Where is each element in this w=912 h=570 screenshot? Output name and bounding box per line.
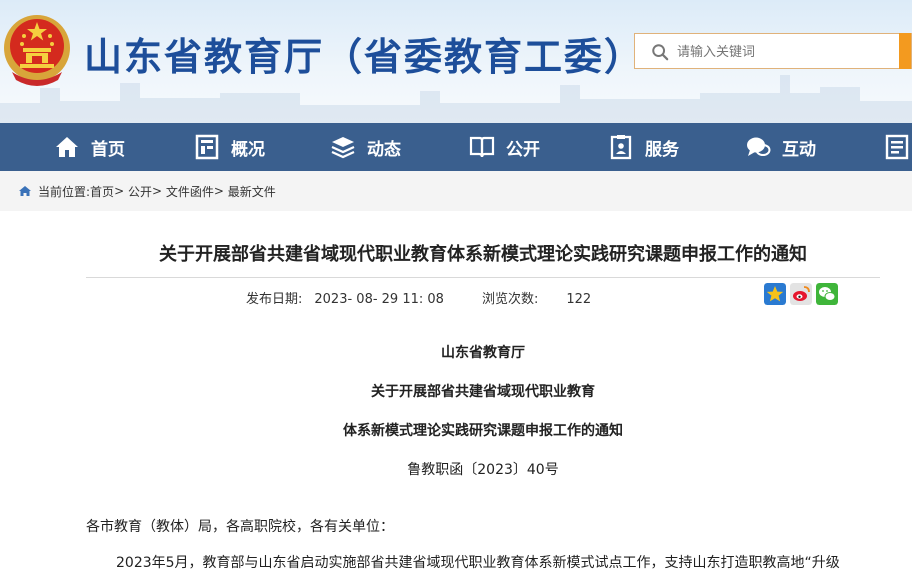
nav-item-news[interactable]: 动态 xyxy=(330,123,401,171)
document-heading-line-2: 体系新模式理论实践研究课题申报工作的通知 xyxy=(343,423,623,439)
search-box xyxy=(634,33,912,69)
building-icon xyxy=(195,134,219,160)
nav-item-documents[interactable] xyxy=(884,123,912,171)
search-button[interactable] xyxy=(899,33,911,69)
breadcrumb-separator: > xyxy=(151,184,163,198)
nav-item-home[interactable]: 首页 xyxy=(54,123,125,171)
document-icon xyxy=(885,134,909,160)
breadcrumb-prefix: 当前位置: xyxy=(38,184,91,199)
nav-item-label: 首页 xyxy=(91,139,125,160)
breadcrumb-item-public[interactable]: 公开 xyxy=(128,183,152,200)
document-number: 鲁教职函〔2023〕40号 xyxy=(407,462,559,478)
nav-item-label: 概况 xyxy=(231,139,265,160)
breadcrumb-item-letters[interactable]: 文件函件 xyxy=(166,183,214,200)
site-title[interactable]: 山东省教育厅（省委教育工委） xyxy=(84,26,644,81)
nav-item-interact[interactable]: 互动 xyxy=(745,123,816,171)
nav-item-label: 动态 xyxy=(367,139,401,160)
document-heading-line-1: 关于开展部省共建省域现代职业教育 xyxy=(371,384,595,400)
favorite-star-icon[interactable] xyxy=(764,283,786,305)
salutation: 各市教育（教体）局，各高职院校，各有关单位： xyxy=(86,519,394,535)
article-title: 关于开展部省共建省域现代职业教育体系新模式理论实践研究课题申报工作的通知 xyxy=(159,244,807,265)
nav-item-public[interactable]: 公开 xyxy=(469,123,540,171)
views-label: 浏览次数: xyxy=(481,292,539,307)
home-icon xyxy=(56,137,78,157)
nav-item-label: 服务 xyxy=(645,139,679,160)
article-meta: 发布日期: 2023- 08- 29 11: 08 浏览次数: 122 xyxy=(246,288,591,307)
breadcrumb-item-home[interactable]: 首页 xyxy=(90,183,114,200)
nav-item-service[interactable]: 服务 xyxy=(608,123,679,171)
publish-date: 2023- 08- 29 11: 08 xyxy=(314,292,444,307)
layers-icon xyxy=(331,137,355,159)
issuer: 山东省教育厅 xyxy=(441,345,525,361)
nav-item-label: 互动 xyxy=(782,139,816,160)
national-emblem-logo xyxy=(4,15,70,86)
search-input[interactable] xyxy=(677,41,897,63)
nav-item-label: 公开 xyxy=(506,139,540,160)
search-icon[interactable] xyxy=(651,43,669,61)
wechat-icon[interactable] xyxy=(816,283,838,305)
book-icon xyxy=(469,136,495,158)
body-paragraph: 2023年5月，教育部与山东省启动实施部省共建省域现代职业教育体系新模式试点工作… xyxy=(116,555,840,570)
nav-item-overview[interactable]: 概况 xyxy=(194,123,265,171)
breadcrumb-separator: > xyxy=(114,184,125,198)
site-header: 山东省教育厅（省委教育工委） xyxy=(0,0,912,123)
publish-date-label: 发布日期: xyxy=(246,292,303,307)
title-divider xyxy=(86,277,880,278)
breadcrumb-separator: > xyxy=(213,184,224,198)
weibo-icon[interactable] xyxy=(790,283,812,305)
views-count: 122 xyxy=(566,292,592,307)
main-nav: 首页 概况 动态 公开 服务 互动 xyxy=(0,123,912,171)
chat-icon xyxy=(747,137,771,156)
breadcrumb-item-latest[interactable]: 最新文件 xyxy=(228,183,276,200)
breadcrumb: 当前位置: 首页 > 公开 > 文件函件 > 最新文件 xyxy=(0,171,912,211)
home-icon xyxy=(19,186,31,196)
clipboard-icon xyxy=(610,135,632,160)
